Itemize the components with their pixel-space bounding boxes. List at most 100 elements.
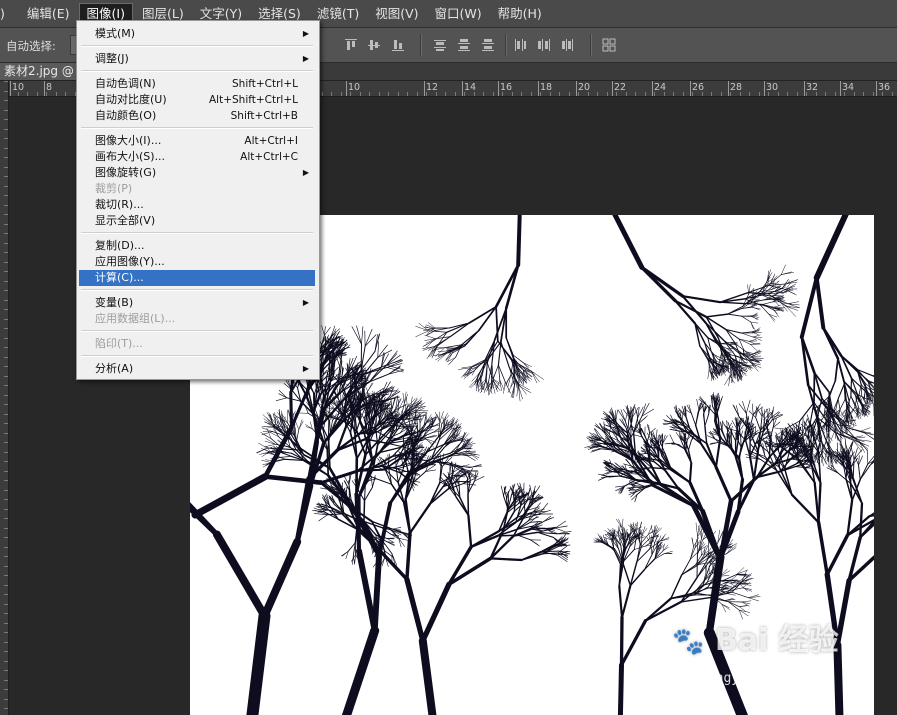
ruler-minor-tick — [778, 92, 779, 96]
menu-help[interactable]: 帮助(H) — [491, 3, 549, 25]
align-bottom-edges-icon[interactable] — [390, 37, 406, 53]
ruler-minor-tick — [4, 651, 8, 652]
ruler-minor-tick — [483, 92, 484, 96]
distribute-left-icon[interactable] — [512, 37, 528, 53]
ruler-minor-tick — [4, 176, 8, 177]
ruler-minor-tick — [4, 262, 8, 263]
ruler-minor-tick — [4, 157, 8, 158]
ruler-minor-tick — [4, 328, 8, 329]
ruler-minor-tick — [502, 92, 503, 96]
ruler-minor-tick — [4, 376, 8, 377]
ruler-minor-tick — [740, 92, 741, 96]
ruler-major-tick — [44, 81, 45, 96]
menu-item-reveal-all[interactable]: 显示全部(V) — [79, 213, 315, 229]
ruler-minor-tick — [322, 92, 323, 96]
ruler-minor-tick — [4, 414, 8, 415]
ruler-minor-tick — [4, 509, 8, 510]
document-tab[interactable]: 素材2.jpg @ 6 — [0, 63, 80, 80]
menu-item-calculations[interactable]: 计算(C)... — [79, 270, 315, 286]
ruler-minor-tick — [512, 92, 513, 96]
auto-align-layers-icon[interactable] — [601, 37, 617, 53]
ruler-minor-tick — [360, 92, 361, 96]
ruler-minor-tick — [4, 100, 8, 101]
align-vertical-centers-icon[interactable] — [366, 37, 382, 53]
ruler-major-tick — [764, 81, 765, 96]
shortcut-canvas-size: Alt+Ctrl+C — [240, 151, 298, 163]
distribute-right-icon[interactable] — [560, 37, 576, 53]
ruler-minor-tick — [4, 243, 8, 244]
shortcut-image-size: Alt+Ctrl+I — [244, 135, 298, 147]
ruler-minor-tick — [4, 670, 8, 671]
ruler-minor-tick — [4, 632, 8, 633]
menu-item-image-rotation[interactable]: 图像旋转(G) ▶ — [79, 165, 315, 181]
menu-item-auto-color[interactable]: 自动颜色(O) Shift+Ctrl+B — [79, 108, 315, 124]
ruler-minor-tick — [464, 92, 465, 96]
menu-item-canvas-size[interactable]: 画布大小(S)... Alt+Ctrl+C — [79, 149, 315, 165]
ruler-minor-tick — [4, 518, 8, 519]
menu-item-adjustments[interactable]: 调整(J) ▶ — [79, 51, 315, 67]
menu-file[interactable]: ) — [0, 3, 8, 25]
menu-item-auto-tone[interactable]: 自动色调(N) Shift+Ctrl+L — [79, 76, 315, 92]
ruler-minor-tick — [341, 92, 342, 96]
menu-item-trim[interactable]: 裁切(R)... — [79, 197, 315, 213]
distribute-center-icon[interactable] — [456, 37, 472, 53]
menu-window[interactable]: 窗口(W) — [428, 3, 489, 25]
distribute-bottom-icon[interactable] — [480, 37, 496, 53]
ruler-minor-tick — [873, 92, 874, 96]
menu-item-auto-contrast[interactable]: 自动对比度(U) Alt+Shift+Ctrl+L — [79, 92, 315, 108]
ruler-minor-tick — [4, 461, 8, 462]
ruler-minor-tick — [4, 290, 8, 291]
ruler-minor-tick — [407, 92, 408, 96]
toolbar-separator — [420, 34, 422, 56]
ruler-minor-tick — [4, 300, 8, 301]
ruler-minor-tick — [18, 92, 19, 96]
ruler-minor-tick — [4, 471, 8, 472]
ruler-minor-tick — [4, 319, 8, 320]
ruler-minor-tick — [369, 92, 370, 96]
menu-separator — [81, 355, 313, 357]
ruler-minor-tick — [4, 642, 8, 643]
ruler-minor-tick — [4, 233, 8, 234]
distribute-horizontal-centers-icon[interactable] — [536, 37, 552, 53]
distribute-top-icon[interactable] — [432, 37, 448, 53]
menu-separator — [81, 70, 313, 72]
menu-edit[interactable]: 编辑(E) — [20, 3, 77, 25]
menu-view[interactable]: 视图(V) — [368, 3, 425, 25]
ruler-minor-tick — [417, 92, 418, 96]
menu-item-trap: 陷印(T)... — [95, 337, 143, 350]
shortcut-auto-tone: Shift+Ctrl+L — [232, 78, 298, 90]
ruler-major-tick — [462, 81, 463, 96]
ruler-minor-tick — [4, 680, 8, 681]
menu-item-crop: 裁剪(P) — [95, 182, 133, 195]
ruler-minor-tick — [398, 92, 399, 96]
ruler-minor-tick — [27, 92, 28, 96]
watermark-text: Bai 经验 — [714, 623, 839, 658]
ruler-label: 36 — [878, 82, 891, 93]
ruler-minor-tick — [816, 92, 817, 96]
ruler-minor-tick — [4, 708, 8, 709]
ruler-minor-tick — [56, 92, 57, 96]
ruler-major-tick — [840, 81, 841, 96]
ruler-minor-tick — [4, 338, 8, 339]
ruler-minor-tick — [4, 110, 8, 111]
menu-item-apply-image[interactable]: 应用图像(Y)... — [79, 254, 315, 270]
ruler-minor-tick — [721, 92, 722, 96]
ruler-minor-tick — [730, 92, 731, 96]
menu-item-duplicate[interactable]: 复制(D)... — [79, 238, 315, 254]
menu-item-mode[interactable]: 模式(M) ▶ — [79, 26, 315, 42]
align-top-edges-icon[interactable] — [343, 37, 359, 53]
ruler-minor-tick — [4, 252, 8, 253]
ruler-major-tick — [804, 81, 805, 96]
ruler-minor-tick — [616, 92, 617, 96]
menu-item-image-size[interactable]: 图像大小(I)... Alt+Ctrl+I — [79, 133, 315, 149]
ruler-minor-tick — [882, 92, 883, 96]
ruler-major-tick — [690, 81, 691, 96]
vertical-ruler — [0, 81, 9, 715]
ruler-major-tick — [424, 81, 425, 96]
ruler-major-tick — [576, 81, 577, 96]
ruler-minor-tick — [4, 490, 8, 491]
menu-item-analysis[interactable]: 分析(A) ▶ — [79, 361, 315, 377]
ruler-minor-tick — [4, 357, 8, 358]
ruler-minor-tick — [455, 92, 456, 96]
menu-item-variables[interactable]: 变量(B) ▶ — [79, 295, 315, 311]
